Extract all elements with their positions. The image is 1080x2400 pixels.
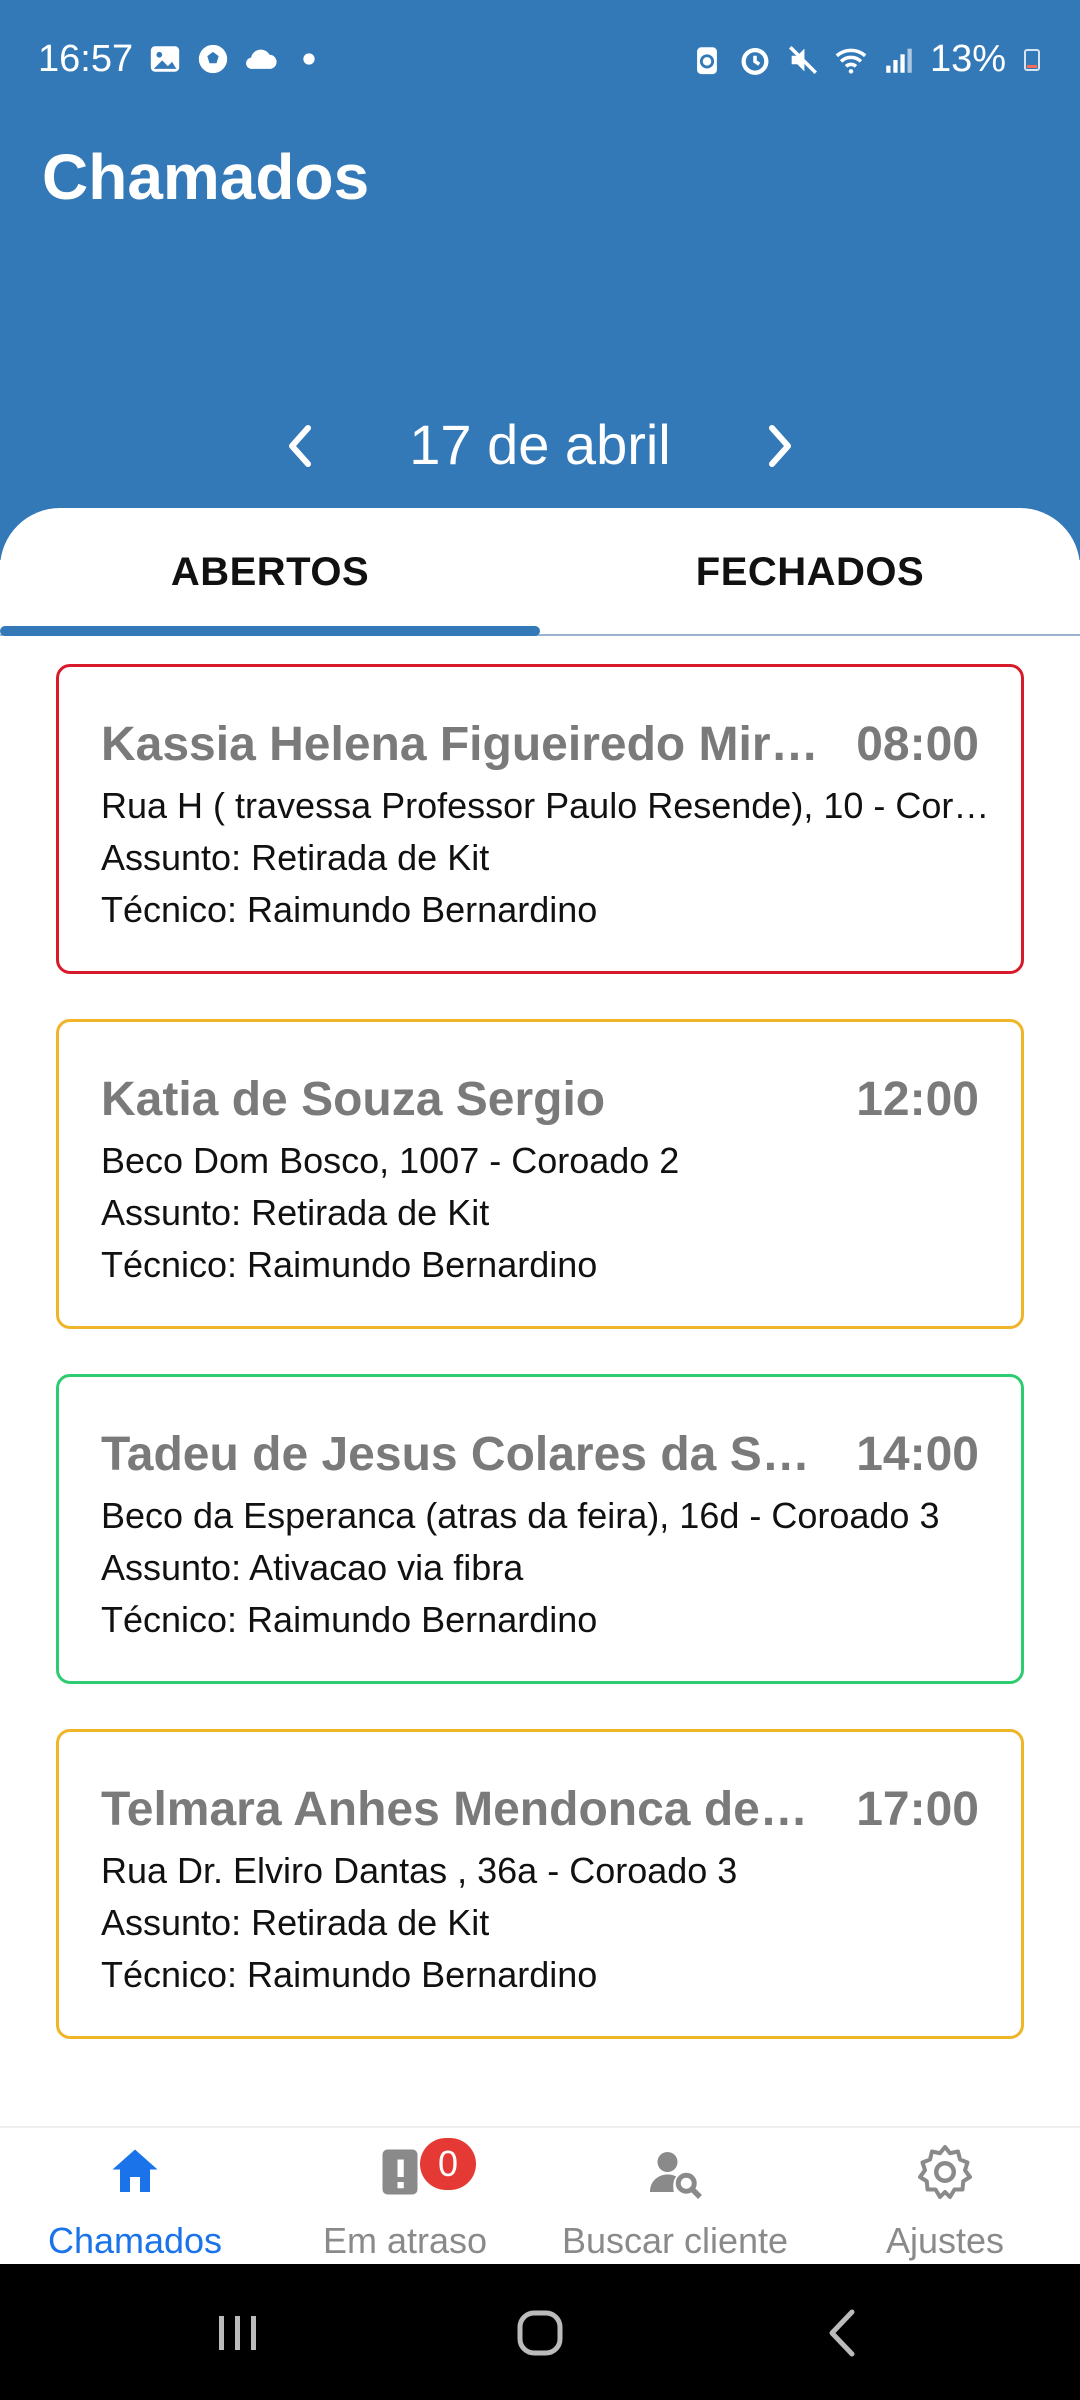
tab-fechados[interactable]: FECHADOS [540, 508, 1080, 636]
ticket-time: 12:00 [856, 1073, 979, 1126]
battery-percent: 13% [929, 38, 1006, 80]
ticket-card[interactable]: Tadeu de Jesus Colares da Silva 14:00 Be… [56, 1374, 1024, 1684]
previous-date-button[interactable] [268, 414, 332, 478]
status-left-icons [148, 42, 326, 76]
nav-item-ajustes[interactable]: Ajustes [810, 2128, 1080, 2266]
ticket-address: Beco da Esperanca (atras da feira), 16d … [101, 1495, 940, 1536]
dot-icon [303, 53, 315, 65]
soccer-icon [198, 44, 228, 74]
ticket-card[interactable]: Katia de Souza Sergio 12:00 Beco Dom Bos… [56, 1019, 1024, 1329]
gear-icon [918, 2145, 972, 2199]
tab-abertos[interactable]: ABERTOS [0, 508, 540, 636]
nav-label-ajustes: Ajustes [885, 2220, 1005, 2261]
ticket-technician: Técnico: Raimundo Bernardino [101, 1954, 598, 1995]
ticket-client-name: Katia de Souza Sergio [101, 1073, 606, 1126]
current-date-label: 17 de abril [409, 413, 671, 476]
alarm-icon [741, 47, 769, 75]
system-navigation-bar [0, 2264, 1080, 2400]
ticket-subject: Assunto: Retirada de Kit [101, 1902, 490, 1943]
cloud-icon [246, 49, 277, 69]
ticket-client-name: Tadeu de Jesus Colares da Silva [101, 1428, 821, 1481]
signal-icon [886, 48, 912, 73]
nav-label-chamados: Chamados [47, 2220, 223, 2261]
ticket-time: 14:00 [856, 1428, 979, 1481]
next-date-button[interactable] [748, 414, 812, 478]
back-icon[interactable] [808, 2298, 878, 2368]
nav-item-chamados[interactable]: Chamados [0, 2128, 270, 2266]
nav-item-buscar-cliente[interactable]: Buscar cliente [540, 2128, 810, 2266]
ticket-address: Rua H ( travessa Professor Paulo Resende… [101, 785, 991, 826]
ticket-address: Rua Dr. Elviro Dantas , 36a - Coroado 3 [101, 1850, 738, 1891]
wifi-icon [835, 48, 867, 74]
ticket-client-name: Telmara Anhes Mendonca de Souza [101, 1783, 821, 1836]
app-header: 16:57 13% Chamados 17 de abril [0, 0, 1080, 560]
home-icon [112, 2149, 158, 2192]
ticket-time: 08:00 [856, 718, 979, 771]
battery-icon [1024, 48, 1040, 71]
ticket-subject: Assunto: Ativacao via fibra [101, 1547, 524, 1588]
chevron-left-icon [289, 425, 311, 467]
ticket-card[interactable]: Telmara Anhes Mendonca de Souza 17:00 Ru… [56, 1729, 1024, 2039]
ticket-client-name: Kassia Helena Figueiredo Miranda [101, 718, 821, 771]
chevron-right-icon [769, 425, 791, 467]
page-title: Chamados [42, 141, 370, 213]
tab-bar: ABERTOS FECHADOS [0, 508, 1080, 636]
ticket-address: Beco Dom Bosco, 1007 - Coroado 2 [101, 1140, 680, 1181]
recent-apps-icon[interactable] [203, 2298, 273, 2368]
mute-icon [788, 45, 817, 74]
battery-saver-icon [697, 46, 717, 74]
ticket-technician: Técnico: Raimundo Bernardino [101, 1599, 598, 1640]
ticket-list: Kassia Helena Figueiredo Miranda 08:00 R… [56, 664, 1024, 2084]
person-search-icon [650, 2152, 702, 2199]
tab-indicator [0, 626, 540, 636]
bottom-navigation: Chamados 0 Em atraso Buscar cliente Ajus… [0, 2126, 1080, 2264]
nav-label-buscar-cliente: Buscar cliente [561, 2220, 789, 2261]
date-navigator: 17 de abril [0, 400, 1080, 490]
nav-item-em-atraso[interactable]: 0 Em atraso [270, 2128, 540, 2266]
ticket-subject: Assunto: Retirada de Kit [101, 837, 490, 878]
ticket-technician: Técnico: Raimundo Bernardino [101, 889, 598, 930]
status-right: 13% [690, 38, 1044, 81]
ticket-card[interactable]: Kassia Helena Figueiredo Miranda 08:00 R… [56, 664, 1024, 974]
gallery-icon [150, 46, 180, 72]
status-bar: 16:57 13% [0, 0, 1080, 120]
content-sheet: ABERTOS FECHADOS Kassia Helena Figueired… [0, 508, 1080, 2128]
nav-label-em-atraso: Em atraso [322, 2220, 488, 2261]
ticket-time: 17:00 [856, 1783, 979, 1836]
ticket-subject: Assunto: Retirada de Kit [101, 1192, 490, 1233]
ticket-technician: Técnico: Raimundo Bernardino [101, 1244, 598, 1285]
home-button-icon[interactable] [505, 2298, 575, 2368]
overdue-badge: 0 [420, 2138, 476, 2190]
status-time: 16:57 [38, 38, 134, 80]
